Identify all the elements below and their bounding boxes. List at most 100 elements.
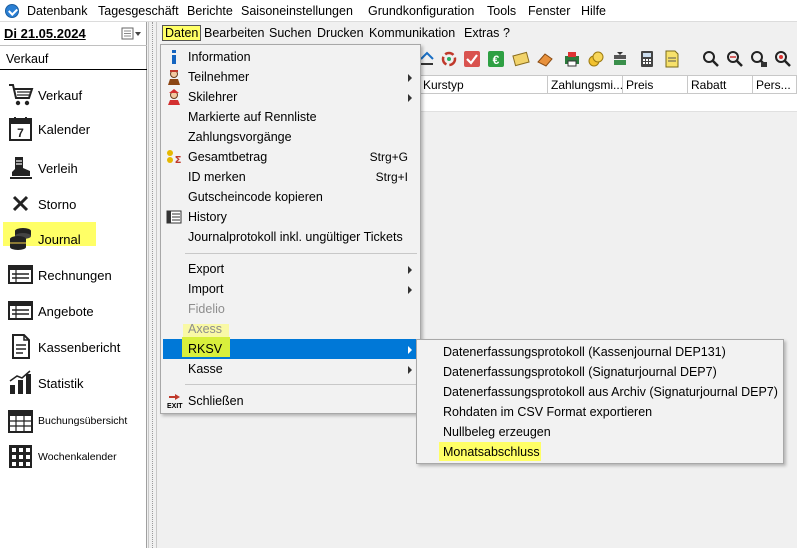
menu-kommunikation[interactable]: Kommunikation: [366, 25, 458, 41]
bar-chart-icon: [9, 370, 31, 394]
sidebar-item-wochenkalender[interactable]: Wochenkalender: [0, 440, 147, 474]
menu-item-label: Datenerfassungsprotokoll (Kassenjournal …: [443, 345, 726, 359]
column-header-zahlungsmittel[interactable]: Zahlungsmi...: [548, 76, 623, 94]
menu-suchen[interactable]: Suchen: [266, 25, 314, 41]
calendar-icon: [121, 27, 141, 40]
menu-tools[interactable]: Tools: [487, 4, 516, 18]
menu-item-gutscheincode-kopieren[interactable]: Gutscheincode kopieren: [163, 187, 418, 207]
menu-berichte[interactable]: Berichte: [187, 4, 233, 18]
panel-splitter[interactable]: [148, 22, 157, 548]
toolbar: €: [420, 47, 797, 73]
menu-drucken[interactable]: Drucken: [314, 25, 367, 41]
sidebar-item-journal[interactable]: Journal: [0, 222, 147, 256]
menu-item-label: Export: [188, 262, 225, 276]
search-icon[interactable]: [702, 50, 720, 68]
participant-icon: [168, 70, 180, 85]
submenu-item-rohdaten-csv[interactable]: Rohdaten im CSV Format exportieren: [419, 402, 781, 422]
menu-item-gesamtbetrag[interactable]: Σ Gesamtbetrag Strg+G: [163, 147, 418, 167]
menu-item-label: Zahlungsvorgänge: [188, 130, 292, 144]
submenu-item-dep7[interactable]: Datenerfassungsprotokoll (Signaturjourna…: [419, 362, 781, 382]
search-number-icon[interactable]: [750, 50, 768, 68]
menu-saisoneinstellungen[interactable]: Saisoneinstellungen: [241, 4, 353, 18]
app-logo-icon[interactable]: [5, 4, 19, 18]
menu-extras[interactable]: Extras: [461, 25, 502, 41]
sidebar-item-label: Verleih: [38, 161, 78, 176]
table-row[interactable]: [420, 94, 797, 112]
coins-icon[interactable]: [587, 50, 605, 68]
document-icon: [12, 334, 30, 359]
sidebar-item-kassenbericht[interactable]: Kassenbericht: [0, 330, 147, 364]
stack-icon[interactable]: [611, 50, 629, 68]
column-header-kurstyp[interactable]: Kurstyp: [420, 76, 548, 94]
menu-daten[interactable]: Daten: [162, 25, 202, 41]
calendar-dropdown-button[interactable]: [121, 27, 143, 41]
check-icon[interactable]: [463, 50, 481, 68]
sidebar-item-statistik[interactable]: Statistik: [0, 366, 147, 400]
eraser-icon[interactable]: [536, 50, 554, 68]
menu-grundkonfiguration[interactable]: Grundkonfiguration: [368, 4, 474, 18]
history-icon: [166, 210, 182, 224]
grid-empty-area: [420, 112, 797, 548]
print-icon[interactable]: [563, 50, 581, 68]
euro-icon[interactable]: €: [487, 50, 505, 68]
menu-item-journalprotokoll[interactable]: Journalprotokoll inkl. ungültiger Ticket…: [163, 227, 418, 247]
info-icon: [172, 50, 176, 64]
submenu-item-dep131[interactable]: Datenerfassungsprotokoll (Kassenjournal …: [419, 342, 781, 362]
menu-item-export[interactable]: Export: [163, 259, 418, 279]
menu-help[interactable]: ?: [500, 25, 513, 41]
menu-item-label: Skilehrer: [188, 90, 238, 104]
module-menubar: Daten Bearbeiten Suchen Drucken Kommunik…: [157, 22, 797, 43]
menu-item-shortcut: Strg+I: [375, 170, 408, 184]
sidebar-item-label: Angebote: [38, 304, 94, 319]
submenu-arrow-icon: [408, 366, 412, 374]
menu-item-markierte-auf-rennliste[interactable]: Markierte auf Rennliste: [163, 107, 418, 127]
sidebar-item-buchungsuebersicht[interactable]: Buchungsübersicht: [0, 404, 147, 438]
menu-item-label: ID merken: [188, 170, 246, 184]
menu-item-label: Information: [188, 50, 251, 64]
menu-hilfe[interactable]: Hilfe: [581, 4, 606, 18]
menu-item-label: Rohdaten im CSV Format exportieren: [443, 405, 653, 419]
tickets-icon[interactable]: [512, 50, 530, 68]
column-header-rabatt[interactable]: Rabatt: [688, 76, 753, 94]
menu-item-axess: Axess: [163, 319, 418, 343]
menu-item-history[interactable]: History: [163, 207, 418, 227]
menu-item-kasse[interactable]: Kasse: [163, 359, 418, 379]
search-reset-icon[interactable]: [774, 50, 792, 68]
sidebar-item-label: Kalender: [38, 122, 91, 137]
menu-item-rksv[interactable]: RKSV: [163, 337, 418, 359]
submenu-item-dep7-archiv[interactable]: Datenerfassungsprotokoll aus Archiv (Sig…: [419, 382, 781, 402]
menu-fenster[interactable]: Fenster: [528, 4, 570, 18]
sidebar-item-storno[interactable]: Storno: [0, 187, 147, 221]
sidebar-item-angebote[interactable]: Angebote: [0, 294, 147, 328]
current-date[interactable]: Di 21.05.2024: [4, 26, 86, 41]
menu-item-skilehrer[interactable]: Skilehrer: [163, 87, 418, 107]
menu-item-label: Datenerfassungsprotokoll aus Archiv (Sig…: [443, 385, 778, 399]
refresh-icon[interactable]: [440, 50, 458, 68]
sidebar-item-verkauf[interactable]: Verkauf: [0, 78, 147, 112]
sidebar-section-title: Verkauf: [0, 48, 147, 70]
sidebar-item-label: Kassenbericht: [38, 340, 121, 355]
date-bar: Di 21.05.2024: [0, 22, 147, 46]
menu-item-information[interactable]: Information: [163, 47, 418, 67]
menu-item-id-merken[interactable]: ID merken Strg+I: [163, 167, 418, 187]
menu-datenbank[interactable]: Datenbank: [27, 4, 87, 18]
menu-item-schliessen[interactable]: EXIT Schließen: [163, 391, 418, 411]
column-header-preis[interactable]: Preis: [623, 76, 688, 94]
menu-item-zahlungsvorgaenge[interactable]: Zahlungsvorgänge: [163, 127, 418, 147]
menu-bearbeiten[interactable]: Bearbeiten: [201, 25, 267, 41]
column-header-personen[interactable]: Pers...: [753, 76, 797, 94]
table-calendar-icon: [8, 410, 33, 433]
submenu-item-monatsabschluss[interactable]: Monatsabschluss: [419, 442, 781, 462]
submenu-item-nullbeleg[interactable]: Nullbeleg erzeugen: [419, 422, 781, 442]
menu-item-import[interactable]: Import: [163, 279, 418, 299]
note-icon[interactable]: [663, 50, 681, 68]
menu-tagesgeschaeft[interactable]: Tagesgeschäft: [98, 4, 179, 18]
sidebar-item-rechnungen[interactable]: Rechnungen: [0, 258, 147, 292]
submenu-arrow-icon: [408, 266, 412, 274]
sidebar-item-verleih[interactable]: Verleih: [0, 151, 147, 185]
menu-item-teilnehmer[interactable]: Teilnehmer: [163, 67, 418, 87]
sidebar-item-label: Rechnungen: [38, 268, 112, 283]
calculator-icon[interactable]: [638, 50, 656, 68]
search-next-icon[interactable]: [726, 50, 744, 68]
sidebar-item-kalender[interactable]: 7 Kalender: [0, 112, 147, 146]
